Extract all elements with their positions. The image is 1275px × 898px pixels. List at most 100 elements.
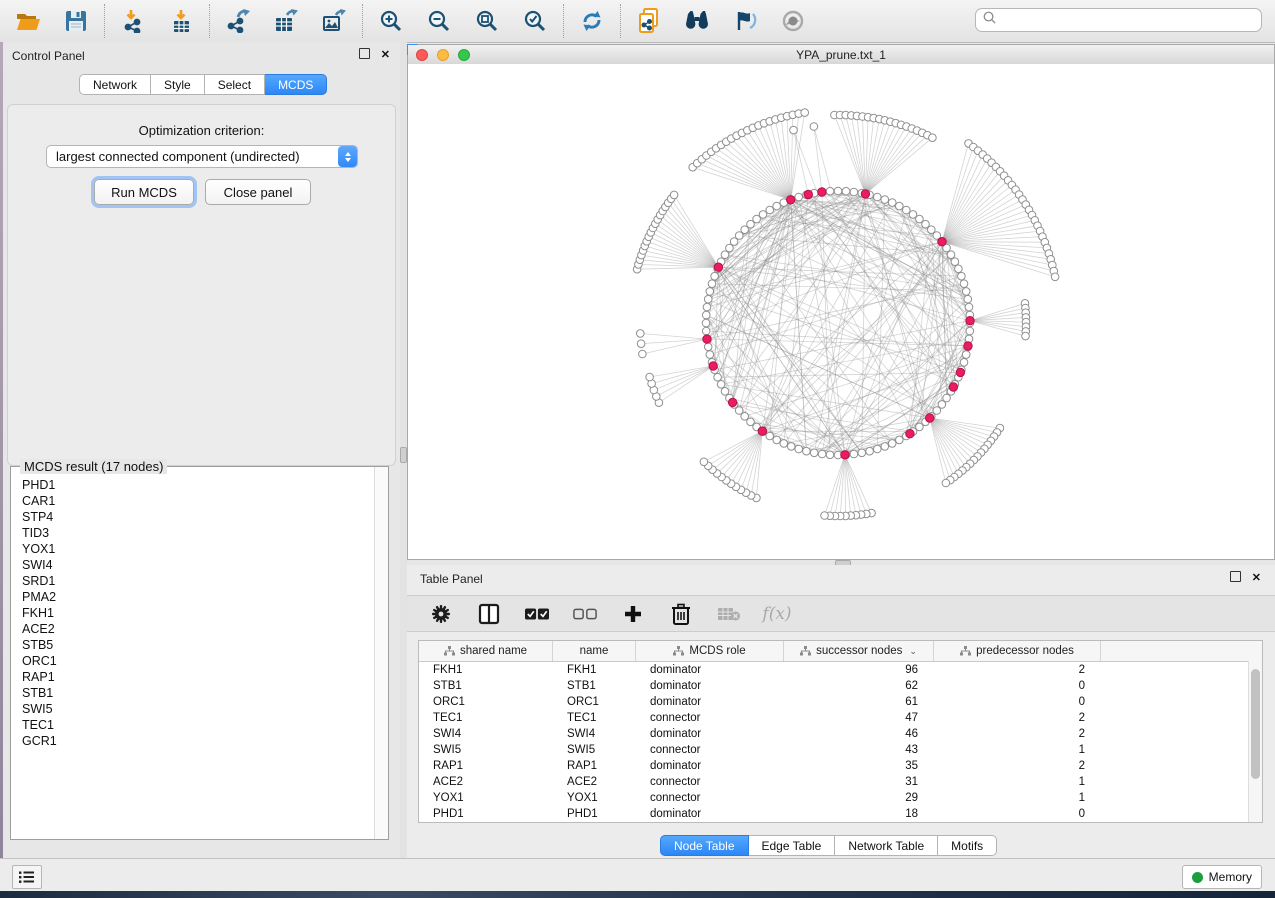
main-toolbar: [0, 0, 1275, 43]
vertical-splitter[interactable]: [400, 42, 407, 858]
column-header-name[interactable]: name: [553, 641, 636, 661]
network-canvas[interactable]: [408, 64, 1274, 559]
mcds-result-item[interactable]: STB5: [22, 637, 375, 653]
float-table-panel-icon[interactable]: [1230, 571, 1241, 585]
column-header-MCDS-role[interactable]: MCDS role: [636, 641, 784, 661]
search-icon: [982, 10, 997, 30]
mcds-result-item[interactable]: ACE2: [22, 621, 375, 637]
table-tab-node-table[interactable]: Node Table: [660, 835, 749, 856]
function-builder-icon[interactable]: f(x): [765, 602, 789, 626]
table-scrollbar[interactable]: [1248, 661, 1262, 822]
close-panel-button[interactable]: Close panel: [205, 179, 311, 205]
mcds-result-item[interactable]: SWI5: [22, 701, 375, 717]
table-cell: STB1: [553, 680, 636, 692]
search-input[interactable]: [997, 12, 1255, 28]
memory-button[interactable]: Memory: [1182, 865, 1262, 889]
close-table-panel-icon[interactable]: ✕: [1252, 573, 1261, 584]
zoom-selected-icon[interactable]: [522, 8, 548, 34]
table-cell: dominator: [636, 664, 784, 676]
mcds-result-list[interactable]: PHD1CAR1STP4TID3YOX1SWI4SRD1PMA2FKH1ACE2…: [12, 477, 375, 838]
delete-column-icon[interactable]: [669, 602, 693, 626]
mcds-result-item[interactable]: TEC1: [22, 717, 375, 733]
mcds-result-item[interactable]: SWI4: [22, 557, 375, 573]
open-file-icon[interactable]: [15, 8, 41, 34]
save-session-icon[interactable]: [63, 8, 89, 34]
mcds-result-item[interactable]: YOX1: [22, 541, 375, 557]
export-network-icon[interactable]: [225, 8, 251, 34]
apply-layout-icon[interactable]: [579, 8, 605, 34]
table-row[interactable]: FKH1FKH1dominator962: [419, 662, 1262, 678]
close-panel-icon[interactable]: ✕: [381, 50, 390, 61]
task-history-button[interactable]: [12, 865, 42, 889]
settings-gear-icon[interactable]: [429, 602, 453, 626]
table-tab-motifs[interactable]: Motifs: [938, 835, 997, 856]
table-tab-edge-table[interactable]: Edge Table: [749, 835, 836, 856]
table-cell: 61: [784, 696, 934, 708]
result-scrollbar[interactable]: [374, 467, 388, 839]
mcds-result-item[interactable]: FKH1: [22, 605, 375, 621]
tab-network[interactable]: Network: [79, 74, 151, 95]
table-row[interactable]: ORC1ORC1dominator610: [419, 694, 1262, 710]
float-panel-icon[interactable]: [359, 48, 370, 62]
table-cell: STB1: [419, 680, 553, 692]
mcds-result-item[interactable]: PHD1: [22, 477, 375, 493]
column-header-predecessor-nodes[interactable]: predecessor nodes: [934, 641, 1101, 661]
table-cell: 0: [934, 696, 1101, 708]
node-table[interactable]: shared namenameMCDS rolesuccessor nodes⌄…: [418, 640, 1263, 823]
show-columns-icon[interactable]: [477, 602, 501, 626]
import-network-icon[interactable]: [120, 8, 146, 34]
mcds-result-item[interactable]: PMA2: [22, 589, 375, 605]
table-row[interactable]: PHD1PHD1dominator180: [419, 806, 1262, 822]
zoom-out-icon[interactable]: [426, 8, 452, 34]
mcds-result-item[interactable]: GCR1: [22, 733, 375, 749]
table-cell: 0: [934, 808, 1101, 820]
table-row[interactable]: ACE2ACE2connector311: [419, 774, 1262, 790]
mcds-result-item[interactable]: ORC1: [22, 653, 375, 669]
select-stepper-icon: [338, 146, 357, 167]
table-cell: PHD1: [419, 808, 553, 820]
table-cell: 2: [934, 728, 1101, 740]
search-network-icon[interactable]: [684, 8, 710, 34]
status-bar: Memory: [0, 858, 1275, 892]
table-cell: ORC1: [419, 696, 553, 708]
table-cell: FKH1: [553, 664, 636, 676]
mcds-result-item[interactable]: STP4: [22, 509, 375, 525]
mcds-result-item[interactable]: SRD1: [22, 573, 375, 589]
network-graph: [408, 64, 1274, 559]
table-row[interactable]: RAP1RAP1dominator352: [419, 758, 1262, 774]
mcds-result-item[interactable]: RAP1: [22, 669, 375, 685]
mcds-result-item[interactable]: STB1: [22, 685, 375, 701]
column-header-shared-name[interactable]: shared name: [419, 641, 553, 661]
network-title-bar[interactable]: YPA_prune.txt_1: [408, 45, 1274, 65]
table-tab-network-table[interactable]: Network Table: [835, 835, 938, 856]
zoom-in-icon[interactable]: [378, 8, 404, 34]
control-panel-title: Control Panel: [12, 49, 85, 63]
tab-style[interactable]: Style: [151, 74, 205, 95]
column-header-successor-nodes[interactable]: successor nodes⌄: [784, 641, 934, 661]
show-hide-icon[interactable]: [780, 8, 806, 34]
zoom-fit-icon[interactable]: [474, 8, 500, 34]
table-row[interactable]: YOX1YOX1connector291: [419, 790, 1262, 806]
network-search-box[interactable]: [975, 8, 1262, 32]
toolbar-group: [209, 4, 362, 38]
import-table-icon[interactable]: [168, 8, 194, 34]
mcds-result-item[interactable]: TID3: [22, 525, 375, 541]
mcds-result-item[interactable]: CAR1: [22, 493, 375, 509]
graphics-details-icon[interactable]: [732, 8, 758, 34]
table-row[interactable]: STB1STB1dominator620: [419, 678, 1262, 694]
control-panel-tabs: NetworkStyleSelectMCDS: [79, 74, 327, 95]
tab-select[interactable]: Select: [205, 74, 265, 95]
table-row[interactable]: SWI4SWI4dominator462: [419, 726, 1262, 742]
deselect-all-icon[interactable]: [573, 602, 597, 626]
export-image-icon[interactable]: [321, 8, 347, 34]
table-row[interactable]: TEC1TEC1connector472: [419, 710, 1262, 726]
criterion-select[interactable]: largest connected component (undirected): [46, 145, 358, 168]
run-mcds-button[interactable]: Run MCDS: [94, 179, 194, 205]
new-network-from-selection-icon[interactable]: [636, 8, 662, 34]
select-all-icon[interactable]: [525, 602, 549, 626]
delete-table-icon[interactable]: [717, 602, 741, 626]
export-table-icon[interactable]: [273, 8, 299, 34]
add-column-icon[interactable]: [621, 602, 645, 626]
tab-mcds[interactable]: MCDS: [265, 74, 327, 95]
table-row[interactable]: SWI5SWI5connector431: [419, 742, 1262, 758]
